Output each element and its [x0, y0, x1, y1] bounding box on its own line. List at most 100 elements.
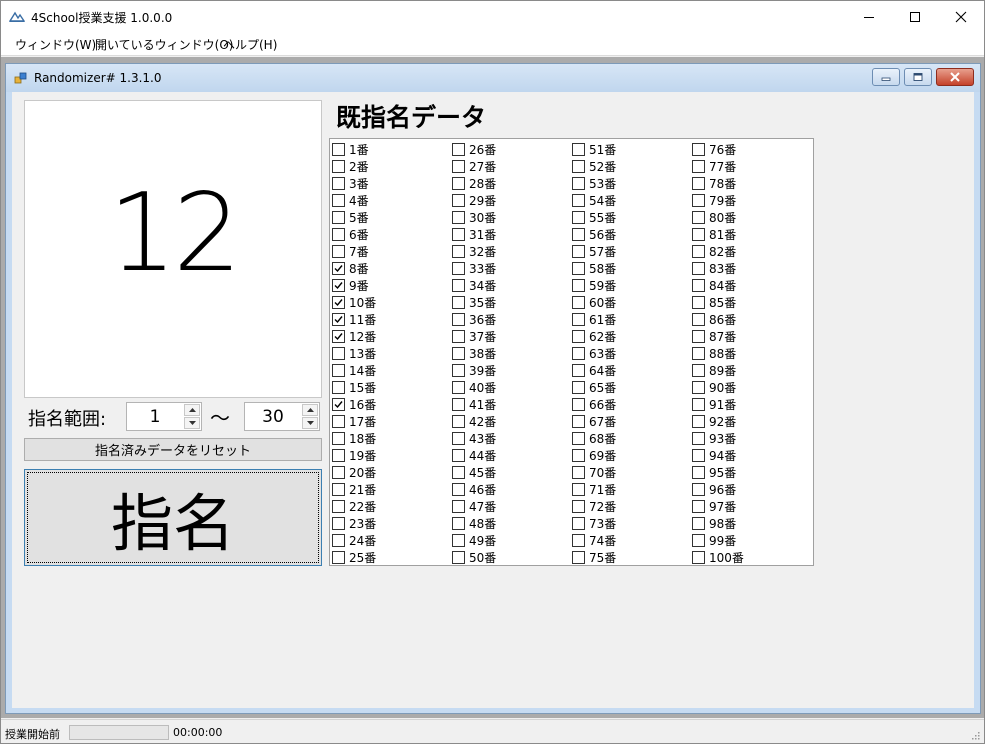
- range-to-up-button[interactable]: [302, 404, 318, 416]
- student-checkbox-30[interactable]: 30番: [452, 209, 496, 226]
- student-checkbox-80[interactable]: 80番: [692, 209, 736, 226]
- checkbox-box[interactable]: [452, 551, 465, 564]
- student-checkbox-9[interactable]: 9番: [332, 277, 369, 294]
- checkbox-box[interactable]: [692, 483, 705, 496]
- range-from-stepper[interactable]: 1: [126, 402, 202, 431]
- student-checkbox-13[interactable]: 13番: [332, 345, 376, 362]
- student-checkbox-77[interactable]: 77番: [692, 158, 736, 175]
- checkbox-box[interactable]: [572, 262, 585, 275]
- student-checkbox-92[interactable]: 92番: [692, 413, 736, 430]
- checkbox-box[interactable]: [452, 449, 465, 462]
- student-checkbox-53[interactable]: 53番: [572, 175, 616, 192]
- checkbox-box[interactable]: [332, 551, 345, 564]
- student-checkbox-16[interactable]: 16番: [332, 396, 376, 413]
- checkbox-box[interactable]: [692, 466, 705, 479]
- student-checkbox-60[interactable]: 60番: [572, 294, 616, 311]
- student-checkbox-70[interactable]: 70番: [572, 464, 616, 481]
- student-checkbox-3[interactable]: 3番: [332, 175, 369, 192]
- student-checkbox-67[interactable]: 67番: [572, 413, 616, 430]
- student-checkbox-48[interactable]: 48番: [452, 515, 496, 532]
- checkbox-box[interactable]: [692, 177, 705, 190]
- checkbox-box[interactable]: [452, 381, 465, 394]
- checkbox-box[interactable]: [692, 245, 705, 258]
- student-checkbox-5[interactable]: 5番: [332, 209, 369, 226]
- student-checkbox-20[interactable]: 20番: [332, 464, 376, 481]
- student-checkbox-28[interactable]: 28番: [452, 175, 496, 192]
- checkbox-box[interactable]: [332, 143, 345, 156]
- checkbox-box[interactable]: [692, 330, 705, 343]
- checkbox-box[interactable]: [692, 262, 705, 275]
- student-checkbox-15[interactable]: 15番: [332, 379, 376, 396]
- checkbox-box[interactable]: [692, 432, 705, 445]
- student-checkbox-19[interactable]: 19番: [332, 447, 376, 464]
- student-checkbox-14[interactable]: 14番: [332, 362, 376, 379]
- student-checkbox-31[interactable]: 31番: [452, 226, 496, 243]
- checkbox-box[interactable]: [332, 415, 345, 428]
- student-checkbox-29[interactable]: 29番: [452, 192, 496, 209]
- student-checkbox-7[interactable]: 7番: [332, 243, 369, 260]
- student-checkbox-74[interactable]: 74番: [572, 532, 616, 549]
- range-to-stepper[interactable]: 30: [244, 402, 320, 431]
- checkbox-box[interactable]: [332, 466, 345, 479]
- checkbox-box[interactable]: [332, 517, 345, 530]
- checkbox-box[interactable]: [332, 211, 345, 224]
- checkbox-box[interactable]: [572, 228, 585, 241]
- student-checkbox-73[interactable]: 73番: [572, 515, 616, 532]
- student-checkbox-61[interactable]: 61番: [572, 311, 616, 328]
- student-checkbox-39[interactable]: 39番: [452, 362, 496, 379]
- call-on-button[interactable]: 指名: [24, 469, 322, 566]
- checkbox-box[interactable]: [572, 381, 585, 394]
- student-checkbox-54[interactable]: 54番: [572, 192, 616, 209]
- checkbox-box[interactable]: [692, 279, 705, 292]
- student-checkbox-75[interactable]: 75番: [572, 549, 616, 566]
- student-checkbox-99[interactable]: 99番: [692, 532, 736, 549]
- student-checkbox-10[interactable]: 10番: [332, 294, 376, 311]
- checkbox-box[interactable]: [572, 279, 585, 292]
- checkbox-box[interactable]: [692, 551, 705, 564]
- student-checkbox-1[interactable]: 1番: [332, 141, 369, 158]
- student-checkbox-100[interactable]: 100番: [692, 549, 744, 566]
- checkbox-box[interactable]: [572, 483, 585, 496]
- student-checkbox-17[interactable]: 17番: [332, 413, 376, 430]
- close-button[interactable]: [938, 1, 984, 32]
- checkbox-box[interactable]: [572, 534, 585, 547]
- checkbox-box[interactable]: [692, 534, 705, 547]
- student-checkbox-97[interactable]: 97番: [692, 498, 736, 515]
- checkbox-box[interactable]: [452, 211, 465, 224]
- student-checkbox-42[interactable]: 42番: [452, 413, 496, 430]
- checkbox-box[interactable]: [452, 415, 465, 428]
- checkbox-box[interactable]: [332, 483, 345, 496]
- checkbox-box[interactable]: [572, 194, 585, 207]
- student-checkbox-57[interactable]: 57番: [572, 243, 616, 260]
- student-checkbox-72[interactable]: 72番: [572, 498, 616, 515]
- checkbox-box[interactable]: [332, 228, 345, 241]
- checkbox-box[interactable]: [692, 517, 705, 530]
- student-checkbox-66[interactable]: 66番: [572, 396, 616, 413]
- maximize-button[interactable]: [892, 1, 938, 32]
- checkbox-box[interactable]: [692, 211, 705, 224]
- checkbox-box[interactable]: [452, 262, 465, 275]
- checkbox-box[interactable]: [332, 381, 345, 394]
- student-checkbox-91[interactable]: 91番: [692, 396, 736, 413]
- student-checkbox-85[interactable]: 85番: [692, 294, 736, 311]
- student-checkbox-24[interactable]: 24番: [332, 532, 376, 549]
- student-checkbox-2[interactable]: 2番: [332, 158, 369, 175]
- range-from-down-button[interactable]: [184, 417, 200, 429]
- checkbox-box[interactable]: [452, 313, 465, 326]
- range-from-up-button[interactable]: [184, 404, 200, 416]
- checkbox-box[interactable]: [692, 449, 705, 462]
- minimize-button[interactable]: [846, 1, 892, 32]
- checkbox-box[interactable]: [452, 279, 465, 292]
- student-checkbox-22[interactable]: 22番: [332, 498, 376, 515]
- student-checkbox-98[interactable]: 98番: [692, 515, 736, 532]
- checkbox-box[interactable]: [452, 245, 465, 258]
- checkbox-box[interactable]: [692, 143, 705, 156]
- called-checklist[interactable]: 1番 2番 3番 4番 5番 6番 7番 8番 9番 10番 11番 12番 13番 14番 15番 16番 1…: [329, 138, 814, 566]
- child-close-button[interactable]: [936, 68, 974, 86]
- checkbox-box[interactable]: [332, 160, 345, 173]
- student-checkbox-32[interactable]: 32番: [452, 243, 496, 260]
- student-checkbox-55[interactable]: 55番: [572, 209, 616, 226]
- checkbox-box[interactable]: [572, 551, 585, 564]
- checkbox-box[interactable]: [572, 500, 585, 513]
- checkbox-box[interactable]: [452, 517, 465, 530]
